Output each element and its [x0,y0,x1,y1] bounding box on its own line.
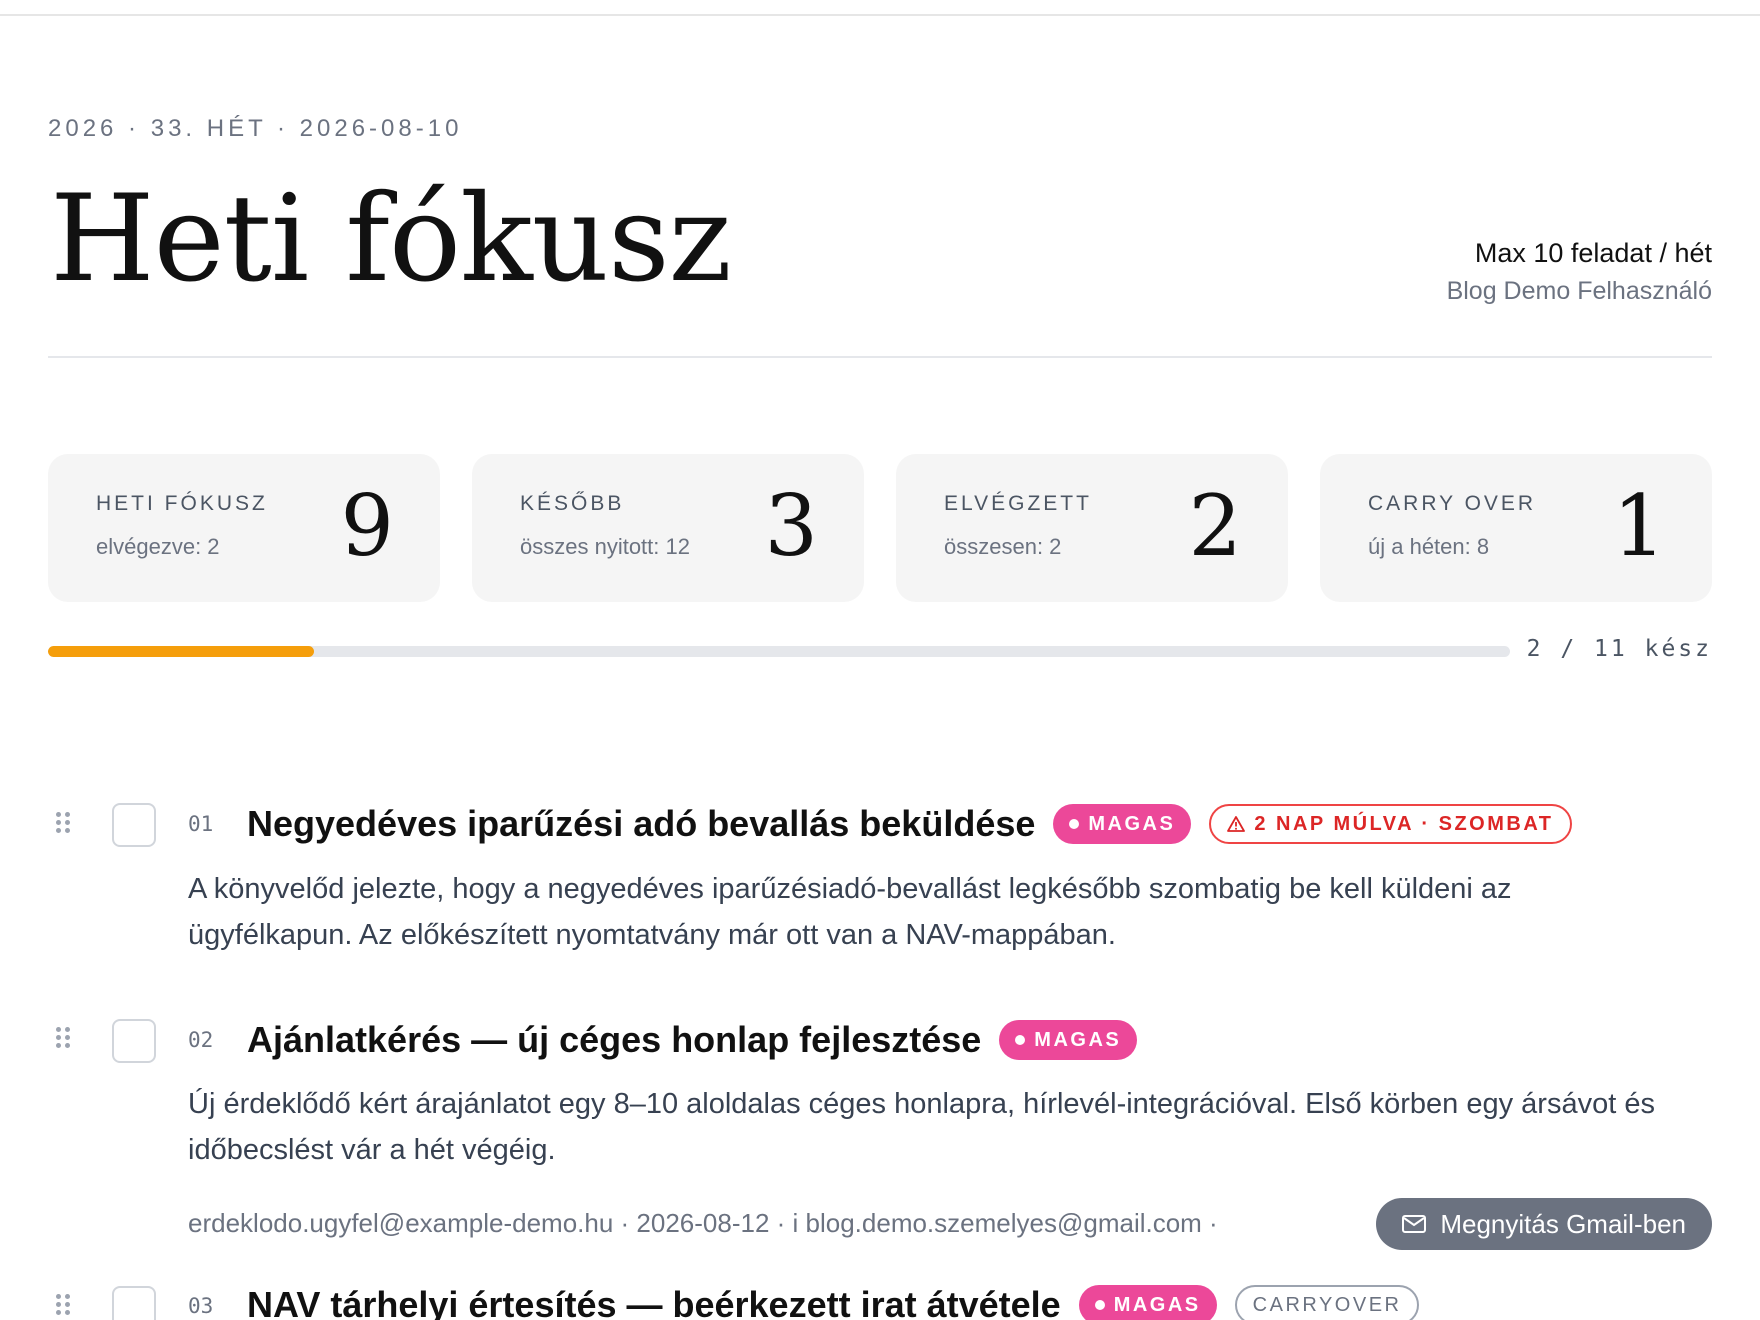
stats-cards: HETI FÓKUSZ elvégezve: 2 9 KÉSŐBB összes… [48,454,1712,602]
task-number: 02 [188,1028,214,1052]
task-checkbox[interactable] [112,803,156,847]
priority-label: MAGAS [1034,1028,1122,1051]
drag-handle-icon[interactable] [56,812,72,834]
stat-value: 1 [1612,477,1666,575]
priority-label: MAGAS [1113,1293,1201,1316]
header-meta: Max 10 feladat / hét Blog Demo Felhaszná… [1447,234,1712,310]
task-limit: Max 10 feladat / hét [1474,238,1712,268]
stat-card-carryover: CARRY OVER új a héten: 8 1 [1320,454,1712,602]
priority-badge: MAGAS [999,1020,1138,1060]
task-checkbox[interactable] [112,1019,156,1063]
task-title[interactable]: NAV tárhelyi értesítés — beérkezett irat… [247,1284,1061,1320]
priority-label: MAGAS [1088,812,1176,835]
progress-bar [48,646,1510,657]
mail-icon [1402,1215,1427,1233]
task-title-row: NAV tárhelyi értesítés — beérkezett irat… [247,1284,1420,1320]
stat-sub: összesen: 2 [944,534,1062,559]
drag-handle-icon[interactable] [56,1027,72,1049]
progress-label: 2 / 11 kész [1526,636,1712,662]
priority-badge: MAGAS [1078,1285,1217,1320]
stat-card-focus: HETI FÓKUSZ elvégezve: 2 9 [48,454,440,602]
deadline-badge: 2 NAP MÚLVA · SZOMBAT [1209,804,1572,844]
stat-card-done: ELVÉGZETT összesen: 2 2 [896,454,1288,602]
task-title-row: Ajánlatkérés — új céges honlap fejleszté… [247,1019,1138,1061]
deadline-label: 2 NAP MÚLVA · SZOMBAT [1254,812,1554,835]
stat-card-later: KÉSŐBB összes nyitott: 12 3 [472,454,864,602]
stat-sub: összes nyitott: 12 [520,534,690,559]
task-description: A könyvelőd jelezte, hogy a negyedéves i… [188,873,1512,951]
priority-dot-icon [1069,819,1080,829]
warning-icon [1227,816,1246,832]
open-gmail-label: Megnyitás Gmail-ben [1440,1208,1686,1239]
stat-value: 3 [764,477,818,575]
stat-label: CARRY OVER [1368,492,1537,515]
stat-label: HETI FÓKUSZ [96,492,268,515]
task-checkbox[interactable] [112,1286,156,1320]
task-number: 03 [188,1294,214,1318]
carryover-badge: CARRYOVER [1234,1285,1420,1320]
task-title[interactable]: Ajánlatkérés — új céges honlap fejleszté… [247,1019,981,1061]
progress-fill [48,646,314,657]
stat-sub: elvégezve: 2 [96,534,220,559]
task-number: 01 [188,812,214,836]
stat-label: KÉSŐBB [520,492,625,515]
priority-badge: MAGAS [1053,804,1192,844]
open-gmail-button[interactable]: Megnyitás Gmail-ben [1376,1198,1712,1250]
task-title-row: Negyedéves iparűzési adó bevallás beküld… [247,803,1572,845]
stat-sub: új a héten: 8 [1368,534,1490,559]
header-divider [48,356,1712,358]
user-name: Blog Demo Felhasználó [1446,277,1712,305]
priority-dot-icon [1094,1300,1105,1310]
stat-value: 2 [1188,477,1242,575]
top-border [0,14,1760,16]
task-description: Új érdeklődő kért árajánlatot egy 8–10 a… [188,1088,1655,1166]
week-eyebrow: 2026 · 33. HÉT · 2026-08-10 [48,115,463,142]
page-title: Heti fókusz [50,170,732,309]
task-email-meta: erdeklodo.ugyfel@example-demo.hu · 2026-… [188,1208,1218,1238]
task-title[interactable]: Negyedéves iparűzési adó bevallás beküld… [247,803,1035,845]
drag-handle-icon[interactable] [56,1294,72,1316]
stat-value: 9 [340,477,394,575]
priority-dot-icon [1015,1035,1026,1045]
stat-label: ELVÉGZETT [944,492,1092,515]
